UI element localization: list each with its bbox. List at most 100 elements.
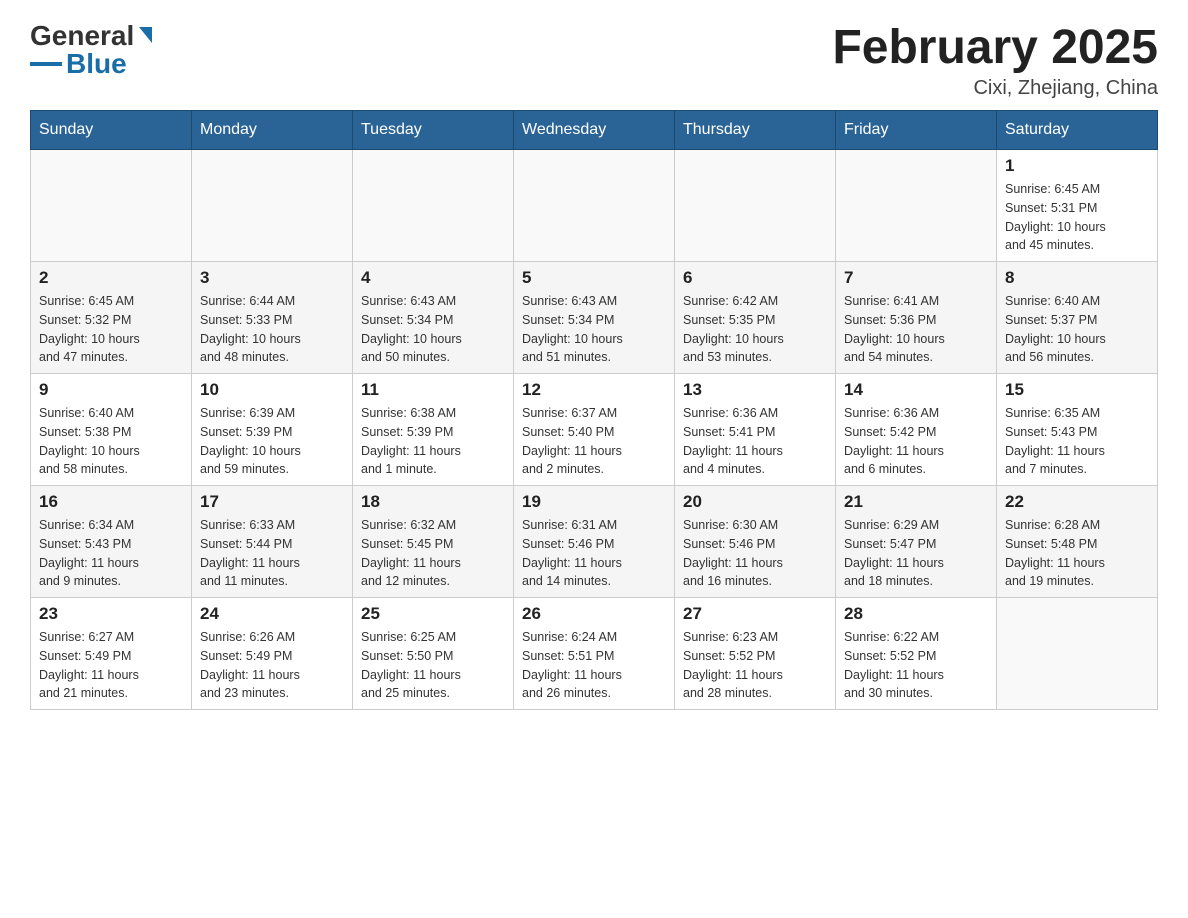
week-row-5: 23 Sunrise: 6:27 AMSunset: 5:49 PMDayligh… — [31, 598, 1158, 710]
day-info: Sunrise: 6:26 AMSunset: 5:49 PMDaylight:… — [200, 628, 344, 703]
calendar-cell — [514, 150, 675, 262]
day-number: 8 — [1005, 268, 1149, 288]
day-info: Sunrise: 6:22 AMSunset: 5:52 PMDaylight:… — [844, 628, 988, 703]
day-info: Sunrise: 6:27 AMSunset: 5:49 PMDaylight:… — [39, 628, 183, 703]
calendar-cell: 24 Sunrise: 6:26 AMSunset: 5:49 PMDayligh… — [192, 598, 353, 710]
calendar-cell: 14 Sunrise: 6:36 AMSunset: 5:42 PMDayligh… — [836, 374, 997, 486]
day-info: Sunrise: 6:34 AMSunset: 5:43 PMDaylight:… — [39, 516, 183, 591]
calendar-cell: 17 Sunrise: 6:33 AMSunset: 5:44 PMDayligh… — [192, 486, 353, 598]
calendar-cell — [353, 150, 514, 262]
calendar-cell: 13 Sunrise: 6:36 AMSunset: 5:41 PMDayligh… — [675, 374, 836, 486]
calendar-cell: 6 Sunrise: 6:42 AMSunset: 5:35 PMDaylight… — [675, 262, 836, 374]
day-number: 2 — [39, 268, 183, 288]
calendar-cell: 7Sunrise: 6:41 AMSunset: 5:36 PMDaylight… — [836, 262, 997, 374]
day-info: Sunrise: 6:28 AMSunset: 5:48 PMDaylight:… — [1005, 516, 1149, 591]
day-info: Sunrise: 6:35 AMSunset: 5:43 PMDaylight:… — [1005, 404, 1149, 479]
day-number: 5 — [522, 268, 666, 288]
day-number: 7 — [844, 268, 988, 288]
calendar-cell: 26 Sunrise: 6:24 AMSunset: 5:51 PMDayligh… — [514, 598, 675, 710]
day-number: 23 — [39, 604, 183, 624]
day-number: 21 — [844, 492, 988, 512]
title-section: February 2025 Cixi, Zhejiang, China — [832, 20, 1158, 100]
day-number: 4 — [361, 268, 505, 288]
day-number: 16 — [39, 492, 183, 512]
page-header: General Blue February 2025 Cixi, Zhejian… — [30, 20, 1158, 100]
weekday-header-friday: Friday — [836, 111, 997, 150]
day-number: 27 — [683, 604, 827, 624]
calendar-cell: 11 Sunrise: 6:38 AMSunset: 5:39 PMDayligh… — [353, 374, 514, 486]
day-info: Sunrise: 6:43 AMSunset: 5:34 PMDaylight:… — [522, 292, 666, 367]
weekday-header-sunday: Sunday — [31, 111, 192, 150]
day-number: 9 — [39, 380, 183, 400]
day-number: 20 — [683, 492, 827, 512]
day-info: Sunrise: 6:36 AMSunset: 5:41 PMDaylight:… — [683, 404, 827, 479]
day-info: Sunrise: 6:38 AMSunset: 5:39 PMDaylight:… — [361, 404, 505, 479]
week-row-4: 16 Sunrise: 6:34 AMSunset: 5:43 PMDayligh… — [31, 486, 1158, 598]
day-info: Sunrise: 6:45 AMSunset: 5:31 PMDaylight:… — [1005, 180, 1149, 255]
day-number: 6 — [683, 268, 827, 288]
day-number: 13 — [683, 380, 827, 400]
day-number: 24 — [200, 604, 344, 624]
calendar-cell: 22 Sunrise: 6:28 AMSunset: 5:48 PMDayligh… — [997, 486, 1158, 598]
calendar-cell — [997, 598, 1158, 710]
calendar-cell: 8Sunrise: 6:40 AMSunset: 5:37 PMDaylight… — [997, 262, 1158, 374]
calendar-cell: 21 Sunrise: 6:29 AMSunset: 5:47 PMDayligh… — [836, 486, 997, 598]
day-number: 22 — [1005, 492, 1149, 512]
calendar-cell — [675, 150, 836, 262]
day-number: 15 — [1005, 380, 1149, 400]
day-info: Sunrise: 6:33 AMSunset: 5:44 PMDaylight:… — [200, 516, 344, 591]
weekday-header-tuesday: Tuesday — [353, 111, 514, 150]
calendar-cell: 28Sunrise: 6:22 AMSunset: 5:52 PMDayligh… — [836, 598, 997, 710]
calendar-cell: 1 Sunrise: 6:45 AMSunset: 5:31 PMDaylight… — [997, 150, 1158, 262]
day-info: Sunrise: 6:36 AMSunset: 5:42 PMDaylight:… — [844, 404, 988, 479]
calendar-cell — [192, 150, 353, 262]
calendar-cell: 10 Sunrise: 6:39 AMSunset: 5:39 PMDayligh… — [192, 374, 353, 486]
logo: General Blue — [30, 20, 152, 80]
logo-blue-text: Blue — [66, 48, 127, 80]
calendar-cell: 27 Sunrise: 6:23 AMSunset: 5:52 PMDayligh… — [675, 598, 836, 710]
day-info: Sunrise: 6:31 AMSunset: 5:46 PMDaylight:… — [522, 516, 666, 591]
day-info: Sunrise: 6:43 AMSunset: 5:34 PMDaylight:… — [361, 292, 505, 367]
calendar-cell: 15 Sunrise: 6:35 AMSunset: 5:43 PMDayligh… — [997, 374, 1158, 486]
calendar-cell — [836, 150, 997, 262]
day-number: 12 — [522, 380, 666, 400]
calendar-cell: 19 Sunrise: 6:31 AMSunset: 5:46 PMDayligh… — [514, 486, 675, 598]
calendar-cell — [31, 150, 192, 262]
day-number: 10 — [200, 380, 344, 400]
calendar-cell: 2 Sunrise: 6:45 AMSunset: 5:32 PMDaylight… — [31, 262, 192, 374]
weekday-header-wednesday: Wednesday — [514, 111, 675, 150]
calendar-cell: 9Sunrise: 6:40 AMSunset: 5:38 PMDaylight… — [31, 374, 192, 486]
day-info: Sunrise: 6:24 AMSunset: 5:51 PMDaylight:… — [522, 628, 666, 703]
day-number: 3 — [200, 268, 344, 288]
weekday-header-row: SundayMondayTuesdayWednesdayThursdayFrid… — [31, 111, 1158, 150]
calendar-cell: 23 Sunrise: 6:27 AMSunset: 5:49 PMDayligh… — [31, 598, 192, 710]
day-number: 18 — [361, 492, 505, 512]
day-number: 19 — [522, 492, 666, 512]
day-number: 1 — [1005, 156, 1149, 176]
calendar-cell: 5 Sunrise: 6:43 AMSunset: 5:34 PMDaylight… — [514, 262, 675, 374]
weekday-header-saturday: Saturday — [997, 111, 1158, 150]
day-info: Sunrise: 6:42 AMSunset: 5:35 PMDaylight:… — [683, 292, 827, 367]
day-info: Sunrise: 6:44 AMSunset: 5:33 PMDaylight:… — [200, 292, 344, 367]
calendar-cell: 18 Sunrise: 6:32 AMSunset: 5:45 PMDayligh… — [353, 486, 514, 598]
month-title: February 2025 — [832, 20, 1158, 75]
day-info: Sunrise: 6:23 AMSunset: 5:52 PMDaylight:… — [683, 628, 827, 703]
weekday-header-thursday: Thursday — [675, 111, 836, 150]
week-row-2: 2 Sunrise: 6:45 AMSunset: 5:32 PMDaylight… — [31, 262, 1158, 374]
day-info: Sunrise: 6:45 AMSunset: 5:32 PMDaylight:… — [39, 292, 183, 367]
day-number: 26 — [522, 604, 666, 624]
day-info: Sunrise: 6:37 AMSunset: 5:40 PMDaylight:… — [522, 404, 666, 479]
day-info: Sunrise: 6:30 AMSunset: 5:46 PMDaylight:… — [683, 516, 827, 591]
day-number: 14 — [844, 380, 988, 400]
day-number: 11 — [361, 380, 505, 400]
day-number: 17 — [200, 492, 344, 512]
calendar-cell: 16 Sunrise: 6:34 AMSunset: 5:43 PMDayligh… — [31, 486, 192, 598]
day-info: Sunrise: 6:39 AMSunset: 5:39 PMDaylight:… — [200, 404, 344, 479]
weekday-header-monday: Monday — [192, 111, 353, 150]
week-row-3: 9Sunrise: 6:40 AMSunset: 5:38 PMDaylight… — [31, 374, 1158, 486]
day-info: Sunrise: 6:32 AMSunset: 5:45 PMDaylight:… — [361, 516, 505, 591]
calendar-cell: 12 Sunrise: 6:37 AMSunset: 5:40 PMDayligh… — [514, 374, 675, 486]
day-info: Sunrise: 6:29 AMSunset: 5:47 PMDaylight:… — [844, 516, 988, 591]
calendar-cell: 3 Sunrise: 6:44 AMSunset: 5:33 PMDaylight… — [192, 262, 353, 374]
day-info: Sunrise: 6:25 AMSunset: 5:50 PMDaylight:… — [361, 628, 505, 703]
